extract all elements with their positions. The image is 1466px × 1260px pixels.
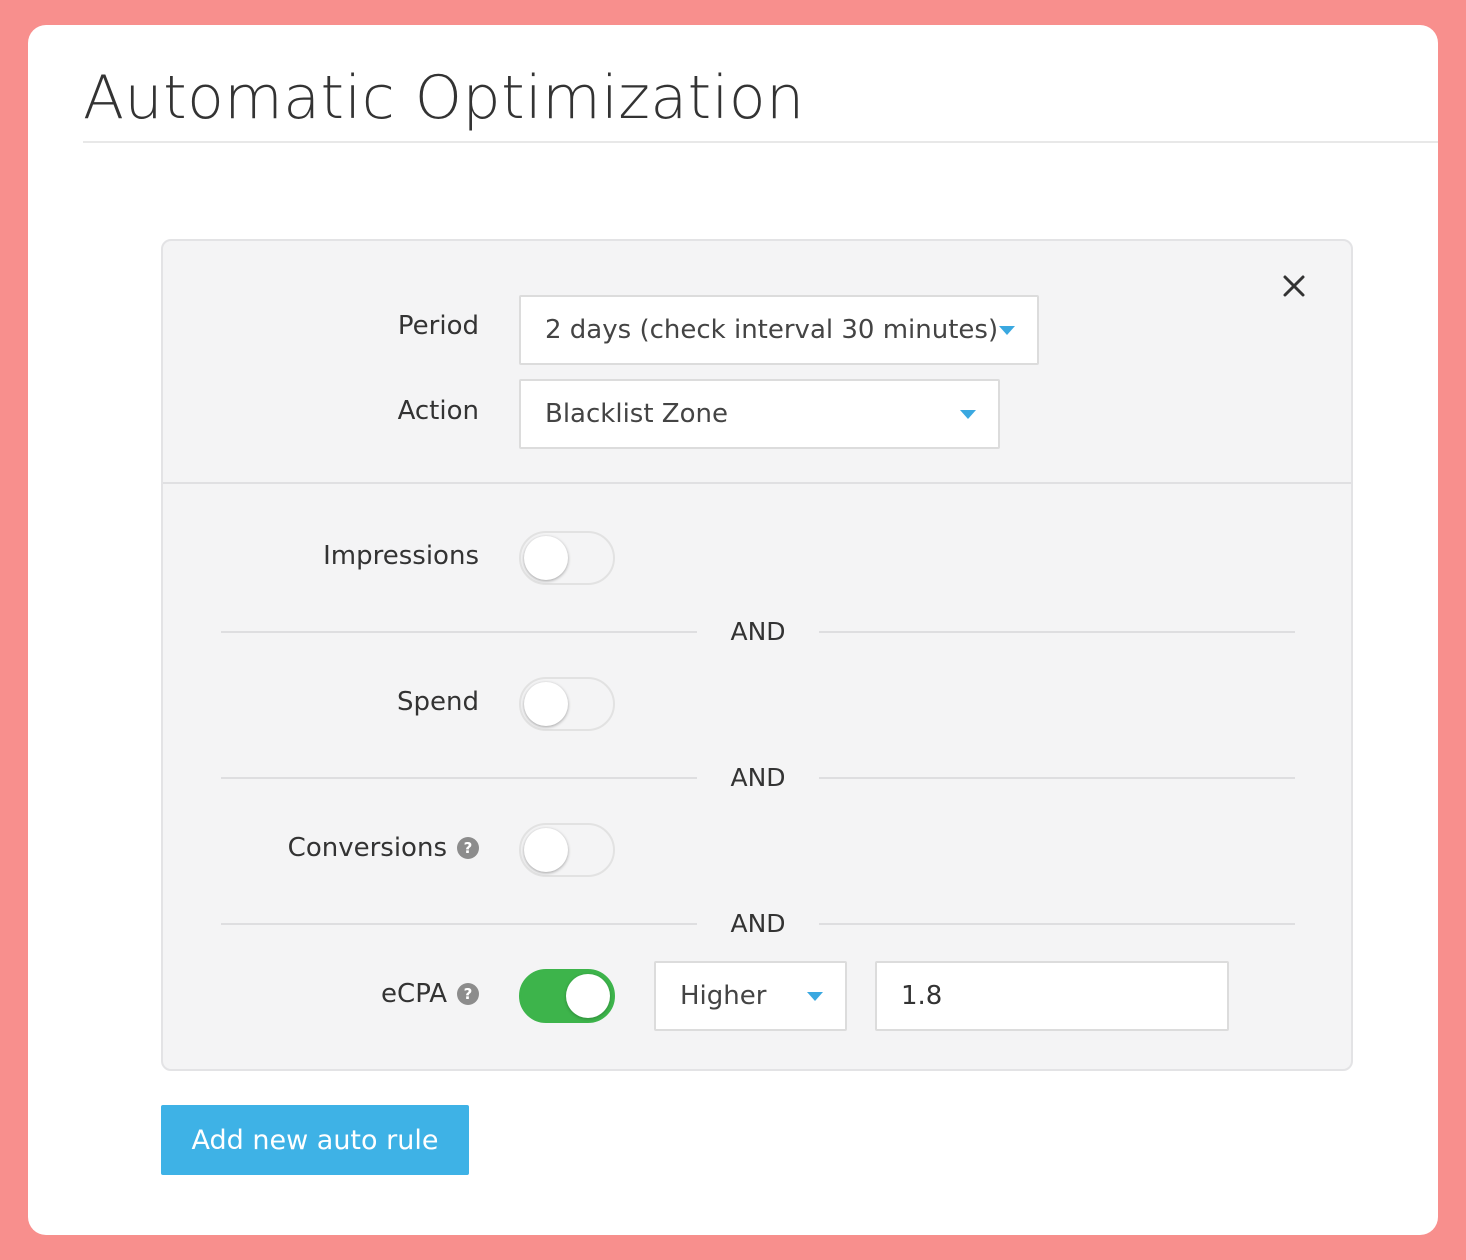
toggle-knob bbox=[524, 536, 568, 580]
period-label: Period bbox=[397, 311, 479, 341]
impressions-label: Impressions bbox=[323, 541, 479, 571]
action-select[interactable]: Blacklist Zone bbox=[519, 379, 1000, 449]
spend-label: Spend bbox=[397, 687, 479, 717]
ecpa-label: eCPA ? bbox=[381, 979, 479, 1009]
question-circle-icon[interactable]: ? bbox=[457, 837, 479, 859]
action-label: Action bbox=[397, 396, 479, 426]
auto-rule-panel: Period 2 days (check interval 30 minutes… bbox=[161, 239, 1353, 1071]
chevron-down-icon bbox=[960, 410, 976, 419]
ecpa-toggle[interactable] bbox=[519, 969, 615, 1023]
conversions-label: Conversions ? bbox=[288, 833, 479, 863]
ecpa-comparator-select[interactable]: Higher bbox=[654, 961, 847, 1031]
page-title: Automatic Optimization bbox=[83, 63, 805, 133]
toggle-knob bbox=[566, 974, 610, 1018]
close-icon[interactable] bbox=[1277, 269, 1311, 303]
ecpa-value-input[interactable] bbox=[875, 961, 1229, 1031]
impressions-toggle[interactable] bbox=[519, 531, 615, 585]
and-separator: AND bbox=[221, 617, 1295, 647]
section-divider bbox=[163, 482, 1351, 484]
spend-toggle[interactable] bbox=[519, 677, 615, 731]
add-new-auto-rule-button[interactable]: Add new auto rule bbox=[161, 1105, 469, 1175]
conversions-toggle[interactable] bbox=[519, 823, 615, 877]
toggle-knob bbox=[524, 682, 568, 726]
chevron-down-icon bbox=[807, 992, 823, 1001]
and-separator: AND bbox=[221, 763, 1295, 793]
question-circle-icon[interactable]: ? bbox=[457, 983, 479, 1005]
and-separator: AND bbox=[221, 909, 1295, 939]
title-divider bbox=[83, 141, 1438, 143]
toggle-knob bbox=[524, 828, 568, 872]
chevron-down-icon bbox=[999, 326, 1015, 335]
period-select[interactable]: 2 days (check interval 30 minutes) bbox=[519, 295, 1039, 365]
main-card: Automatic Optimization Period 2 days (ch… bbox=[28, 25, 1438, 1235]
